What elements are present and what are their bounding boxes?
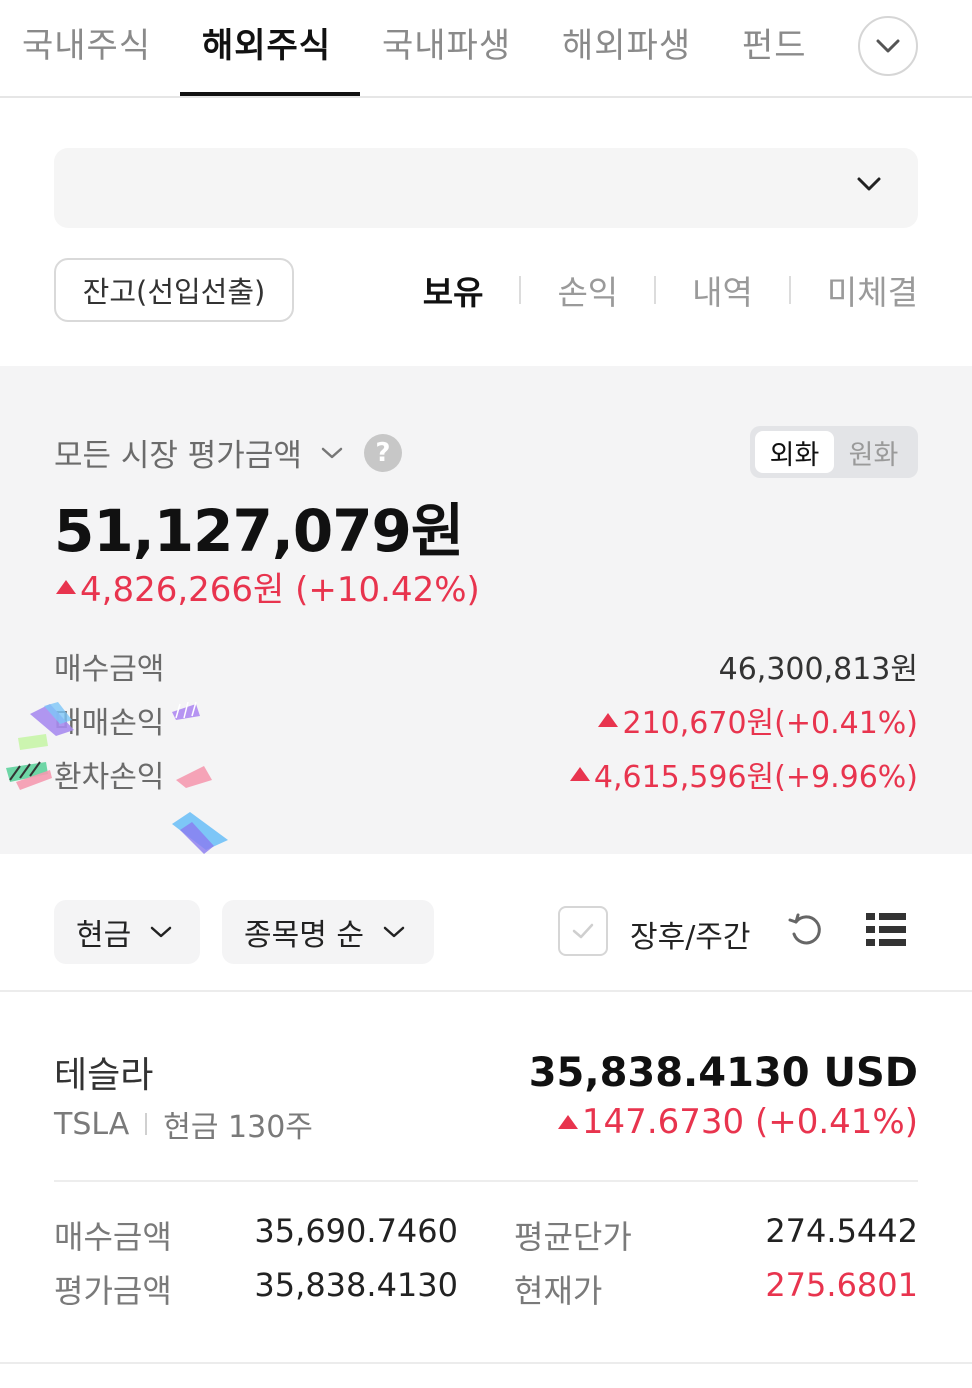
portfolio-summary: 모든 시장 평가금액 ? 외화 원화 51,127,079원 4,826,266… <box>0 366 972 854</box>
divider <box>54 1180 918 1182</box>
up-arrow-icon <box>569 767 590 781</box>
currency-toggle[interactable]: 외화 원화 <box>750 426 918 478</box>
sort-dropdown[interactable]: 종목명 순 <box>222 900 434 964</box>
account-selector[interactable] <box>54 148 918 228</box>
view-tabs: 보유 손익 내역 미체결 <box>423 266 918 314</box>
holdings-filters: 현금 종목명 순 장후/주간 <box>0 896 972 968</box>
summary-title-selector[interactable]: 모든 시장 평가금액 ? <box>54 430 402 475</box>
trading-profit-value: 210,670원(+0.41%) <box>598 698 918 742</box>
exchange-profit-label: 환차손익 <box>54 760 165 795</box>
more-tabs-button[interactable] <box>858 16 918 76</box>
valuation-value: 35,838.4130 <box>254 1266 458 1304</box>
total-valuation: 51,127,079원 <box>54 497 464 565</box>
balance-type-button[interactable]: 잔고(선입선출) <box>54 258 294 322</box>
stock-change-value: 147.6730 (+0.41%) <box>581 1102 918 1142</box>
list-view-icon[interactable] <box>864 910 908 950</box>
exchange-profit-text: 4,615,596원(+9.96%) <box>593 760 918 795</box>
stock-change: 147.6730 (+0.41%) <box>557 1102 918 1142</box>
divider <box>519 276 522 304</box>
tab-fund[interactable]: 펀드 <box>742 18 807 67</box>
chevron-down-icon <box>150 926 172 938</box>
chevron-down-icon <box>383 926 405 938</box>
tab-profit-loss[interactable]: 손익 <box>557 266 618 314</box>
up-arrow-icon <box>56 579 76 594</box>
currency-won-option[interactable]: 원화 <box>834 431 913 473</box>
check-icon <box>572 923 594 939</box>
summary-title: 모든 시장 평가금액 <box>54 438 302 474</box>
trading-profit-text: 210,670원(+0.41%) <box>622 706 918 741</box>
cash-filter-label: 현금 <box>76 918 132 953</box>
purchase-amount-value: 46,300,813원 <box>718 652 918 687</box>
purchase-amount-label: 매수금액 <box>54 652 165 687</box>
stock-holding: 현금 130주 <box>163 1110 313 1145</box>
purchase-amount-value: 35,690.7460 <box>254 1212 458 1250</box>
divider <box>654 276 657 304</box>
average-price-value: 274.5442 <box>765 1212 918 1250</box>
summary-row: 환차손익 4,615,596원(+9.96%) <box>54 752 918 796</box>
total-change-value: 4,826,266원 (+10.42%) <box>80 570 480 610</box>
tab-unfilled[interactable]: 미체결 <box>827 266 918 314</box>
divider <box>0 1362 972 1364</box>
divider <box>145 1113 148 1135</box>
current-price-value: 275.6801 <box>765 1266 918 1304</box>
up-arrow-icon <box>557 1115 578 1129</box>
currency-foreign-option[interactable]: 외화 <box>755 431 834 473</box>
tab-overseas-derivatives[interactable]: 해외파생 <box>562 18 691 67</box>
average-price-label: 평균단가 <box>514 1218 632 1256</box>
exchange-profit-value: 4,615,596원(+9.96%) <box>569 752 918 796</box>
stock-valuation: 35,838.4130 USD <box>528 1050 918 1096</box>
total-change: 4,826,266원 (+10.42%) <box>56 562 480 611</box>
tab-overseas-stock[interactable]: 해외주식 <box>202 18 331 67</box>
stock-ticker: TSLA <box>54 1106 130 1142</box>
tab-domestic-stock[interactable]: 국내주식 <box>22 18 151 67</box>
divider <box>788 276 791 304</box>
help-icon[interactable]: ? <box>363 433 402 472</box>
sort-label: 종목명 순 <box>244 918 364 953</box>
chevron-down-icon <box>876 39 900 53</box>
market-tabs: 국내주식 해외주식 국내파생 해외파생 펀드 <box>0 0 972 98</box>
summary-row: 매매손익 210,670원(+0.41%) <box>54 698 918 742</box>
tab-domestic-derivatives[interactable]: 국내파생 <box>382 18 511 67</box>
purchase-amount-label: 매수금액 <box>54 1218 172 1256</box>
after-hours-label: 장후/주간 <box>630 920 751 955</box>
stock-name: 테슬라 <box>54 1055 154 1096</box>
refresh-icon[interactable] <box>786 910 826 950</box>
current-price-label: 현재가 <box>514 1272 603 1310</box>
trading-profit-label: 매매손익 <box>54 706 165 741</box>
summary-row: 매수금액 46,300,813원 <box>54 644 918 688</box>
after-hours-checkbox[interactable] <box>558 906 608 956</box>
tab-holdings[interactable]: 보유 <box>423 266 484 314</box>
valuation-label: 평가금액 <box>54 1272 172 1310</box>
tab-history[interactable]: 내역 <box>692 266 753 314</box>
chevron-down-icon <box>321 447 343 458</box>
chevron-down-icon <box>857 177 881 191</box>
stock-subinfo: TSLA 현금 130주 <box>54 1102 313 1146</box>
up-arrow-icon <box>598 713 619 727</box>
divider <box>0 990 972 992</box>
active-tab-indicator <box>180 92 360 96</box>
cash-filter-dropdown[interactable]: 현금 <box>54 900 200 964</box>
